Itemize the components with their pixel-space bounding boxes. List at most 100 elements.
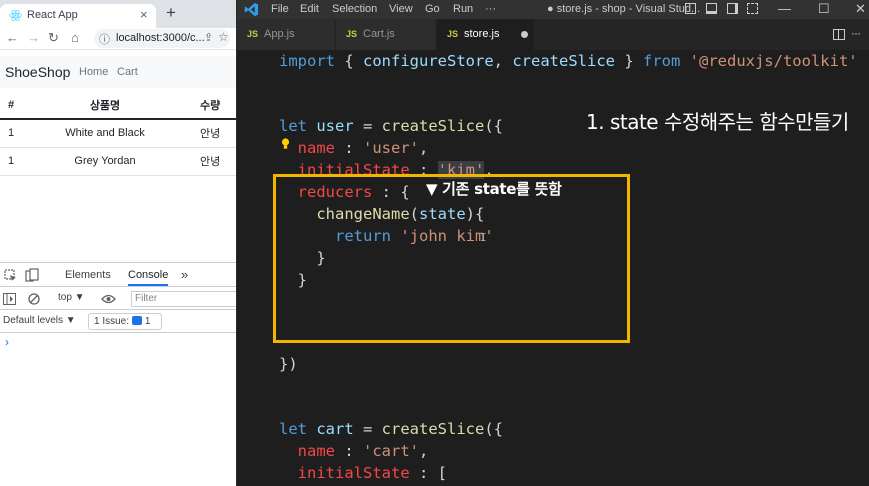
table-row: 1 White and Black 안녕 bbox=[0, 119, 236, 148]
column-header-quantity: 수량 bbox=[180, 91, 236, 120]
annotation-note: ▼ 기존 state를 뜻함 bbox=[426, 180, 562, 198]
menu-selection[interactable]: Selection bbox=[332, 3, 377, 15]
devtools-panel: Elements Console » top ▼ Filter Default … bbox=[0, 262, 236, 486]
clear-console-icon[interactable] bbox=[28, 293, 40, 305]
code-token: createSlice bbox=[512, 52, 615, 70]
close-tab-icon[interactable]: × bbox=[140, 7, 148, 22]
vscode-title-bar: File Edit Selection View Go Run ··· ● st… bbox=[237, 0, 869, 19]
cell-product: Grey Yordan bbox=[30, 147, 180, 176]
customize-layout-icon[interactable] bbox=[747, 3, 758, 14]
tab-label: store.js bbox=[464, 28, 500, 40]
code-token: { bbox=[335, 52, 363, 70]
unsaved-changes-icon[interactable] bbox=[521, 31, 528, 38]
reload-icon[interactable]: ↻ bbox=[48, 30, 59, 46]
menu-edit[interactable]: Edit bbox=[300, 3, 319, 15]
window-title: ● store.js - shop - Visual Stud... bbox=[547, 3, 701, 15]
device-toolbar-icon[interactable] bbox=[25, 268, 39, 282]
javascript-file-icon: JS bbox=[346, 29, 358, 39]
menu-run[interactable]: Run bbox=[453, 3, 473, 15]
share-icon[interactable]: ⇪ bbox=[204, 31, 213, 44]
tab-app-js[interactable]: JS App.js bbox=[237, 19, 335, 50]
brand-logo[interactable]: ShoeShop bbox=[5, 64, 70, 80]
close-window-icon[interactable]: ✕ bbox=[855, 1, 866, 17]
more-actions-icon[interactable]: ··· bbox=[851, 26, 861, 40]
toggle-secondary-sidebar-icon[interactable] bbox=[727, 3, 738, 14]
context-selector[interactable]: top ▼ bbox=[58, 292, 85, 303]
sidebar-toggle-icon[interactable] bbox=[3, 293, 16, 305]
issues-button[interactable]: 1 Issue: 1 bbox=[88, 313, 162, 330]
code-editor[interactable]: import { configureStore, createSlice } f… bbox=[237, 50, 869, 486]
cart-table: # 상품명 수량 1 White and Black 안녕 1 Grey Yor… bbox=[0, 91, 236, 176]
code-line[interactable]: initialState : [ bbox=[279, 464, 447, 482]
menu-file[interactable]: File bbox=[271, 3, 289, 15]
toggle-sidebar-icon[interactable] bbox=[685, 3, 696, 14]
console-filter-input[interactable]: Filter bbox=[131, 291, 236, 307]
tab-label: App.js bbox=[264, 28, 295, 40]
browser-tab[interactable]: React App × bbox=[0, 4, 156, 28]
devtools-tab-console[interactable]: Console bbox=[128, 269, 169, 286]
code-token: let bbox=[279, 420, 307, 438]
console-toolbar: top ▼ Filter bbox=[0, 288, 236, 310]
site-info-icon[interactable]: ⓘ bbox=[99, 31, 110, 47]
code-line[interactable]: import { configureStore, createSlice } f… bbox=[279, 52, 858, 70]
maximize-icon[interactable]: ☐ bbox=[818, 1, 830, 17]
tab-store-js[interactable]: JS store.js bbox=[437, 19, 535, 50]
code-token: 'cart' bbox=[363, 442, 419, 460]
code-token: '@reduxjs/toolkit' bbox=[689, 52, 858, 70]
code-token: configureStore bbox=[363, 52, 494, 70]
code-token: createSlice bbox=[381, 117, 485, 135]
new-tab-button[interactable]: + bbox=[166, 3, 176, 23]
devtools-tab-bar: Elements Console » bbox=[0, 263, 236, 287]
code-line[interactable]: let cart = createSlice({ bbox=[279, 420, 503, 438]
nav-link-home[interactable]: Home bbox=[79, 66, 108, 78]
menu-view[interactable]: View bbox=[389, 3, 413, 15]
issues-label: 1 Issue: bbox=[94, 316, 130, 327]
back-icon[interactable]: ← bbox=[6, 30, 19, 45]
code-line[interactable]: name : 'user', bbox=[279, 139, 429, 157]
split-editor-icon[interactable] bbox=[833, 29, 845, 40]
eye-icon[interactable] bbox=[101, 294, 116, 304]
code-token: name bbox=[297, 442, 335, 460]
code-line[interactable]: }) bbox=[279, 355, 298, 373]
code-token: } bbox=[614, 52, 643, 70]
console-levels-bar: Default levels ▼ 1 Issue: 1 bbox=[0, 311, 236, 333]
code-token: , bbox=[493, 52, 513, 70]
issues-count: 1 bbox=[144, 316, 151, 327]
tab-cart-js[interactable]: JS Cart.js bbox=[336, 19, 436, 50]
javascript-file-icon: JS bbox=[447, 29, 459, 39]
code-token: : bbox=[335, 442, 363, 460]
browser-tab-title: React App bbox=[27, 9, 78, 21]
address-bar[interactable]: ⓘ localhost:3000/c... ⇪ ☆ bbox=[94, 29, 230, 48]
bookmark-star-icon[interactable]: ☆ bbox=[218, 30, 229, 44]
forward-icon[interactable]: → bbox=[27, 30, 40, 45]
menu-more[interactable]: ··· bbox=[485, 3, 496, 15]
column-header-index: # bbox=[0, 91, 30, 120]
code-token: = bbox=[353, 117, 382, 135]
lightbulb-icon[interactable] bbox=[281, 138, 290, 150]
menu-go[interactable]: Go bbox=[425, 3, 440, 15]
code-line[interactable]: name : 'cart', bbox=[279, 442, 429, 460]
home-icon[interactable]: ⌂ bbox=[71, 30, 79, 45]
toggle-panel-icon[interactable] bbox=[706, 3, 717, 14]
cell-index: 1 bbox=[0, 147, 30, 176]
cell-product: White and Black bbox=[30, 119, 180, 148]
url-text[interactable]: localhost:3000/c... bbox=[116, 32, 205, 44]
code-token: cart bbox=[316, 420, 354, 438]
code-token: ({ bbox=[484, 420, 503, 438]
more-tabs-icon[interactable]: » bbox=[181, 267, 188, 282]
code-line[interactable]: let user = createSlice({ bbox=[279, 117, 503, 135]
cell-quantity: 안녕 bbox=[180, 147, 236, 176]
inspect-element-icon[interactable] bbox=[4, 269, 17, 282]
nav-link-cart[interactable]: Cart bbox=[117, 66, 138, 78]
app-navbar: ShoeShop Home Cart bbox=[0, 56, 236, 88]
code-token: let bbox=[279, 117, 307, 135]
console-prompt-icon[interactable]: › bbox=[5, 335, 9, 349]
default-levels-dropdown[interactable]: Default levels ▼ bbox=[3, 315, 76, 326]
minimize-icon[interactable]: — bbox=[778, 1, 791, 16]
code-token: = bbox=[353, 420, 382, 438]
cell-index: 1 bbox=[0, 119, 30, 148]
devtools-tab-elements[interactable]: Elements bbox=[65, 269, 111, 281]
code-token: user bbox=[316, 117, 354, 135]
